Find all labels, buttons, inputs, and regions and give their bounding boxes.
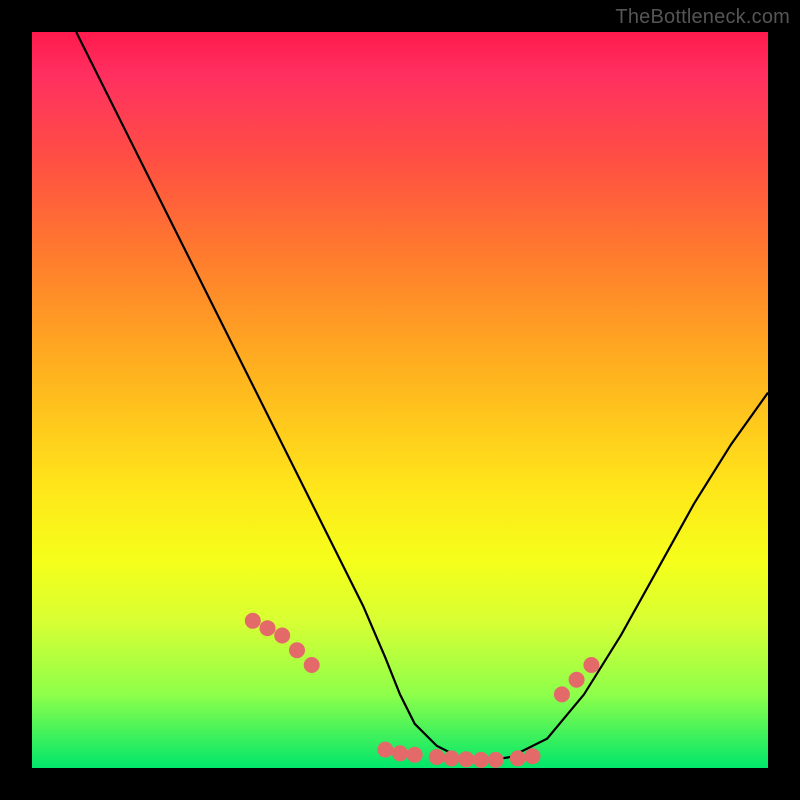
highlight-dots [245, 613, 600, 768]
marker-dot [260, 620, 276, 636]
plot-area [32, 32, 768, 768]
marker-dot [458, 751, 474, 767]
marker-dot [304, 657, 320, 673]
marker-dot [444, 750, 460, 766]
watermark-text: TheBottleneck.com [615, 6, 790, 29]
marker-dot [407, 747, 423, 763]
marker-dot [525, 748, 541, 764]
marker-dot [274, 628, 290, 644]
marker-dot [429, 749, 445, 765]
marker-dot [377, 742, 393, 758]
chart-frame: TheBottleneck.com [0, 0, 800, 800]
marker-dot [473, 752, 489, 768]
marker-dot [583, 657, 599, 673]
marker-dot [510, 750, 526, 766]
marker-dot [392, 745, 408, 761]
marker-dot [554, 686, 570, 702]
marker-dot [245, 613, 261, 629]
marker-dot [289, 642, 305, 658]
bottleneck-curve [76, 32, 768, 761]
marker-dot [569, 672, 585, 688]
chart-svg [32, 32, 768, 768]
marker-dot [488, 752, 504, 768]
